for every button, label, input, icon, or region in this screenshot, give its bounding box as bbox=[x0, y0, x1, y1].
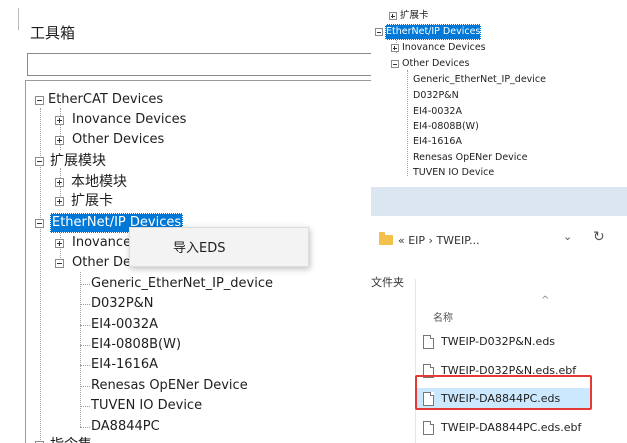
pane-divider bbox=[415, 279, 416, 443]
tree-leaf-device[interactable]: TUVEN IO Device bbox=[91, 396, 202, 416]
collapse-icon[interactable] bbox=[35, 219, 44, 228]
tree-line bbox=[80, 365, 90, 366]
column-header-name[interactable]: 名称 bbox=[433, 309, 453, 324]
tree-line bbox=[407, 70, 408, 176]
tree-node-expansion-card[interactable]: 扩展卡 bbox=[55, 191, 113, 211]
file-row[interactable]: TWEIP-D032P&N.eds bbox=[417, 331, 627, 353]
tree-line bbox=[80, 325, 90, 326]
tree-leaf-device[interactable]: EI4-0032A bbox=[91, 315, 158, 335]
highlight-box bbox=[415, 375, 592, 410]
tree-node-expansion[interactable]: 扩展模块 bbox=[35, 151, 106, 171]
tree-node-inovance[interactable]: Inovance Devices bbox=[55, 110, 186, 130]
expand-icon[interactable] bbox=[391, 44, 399, 52]
collapse-icon[interactable] bbox=[375, 28, 383, 36]
expand-icon[interactable] bbox=[55, 116, 64, 125]
tree-line bbox=[80, 345, 90, 346]
folder-icon bbox=[379, 232, 393, 245]
file-explorer: « EIP › TWEIP... ⌄ ↻ 文件夹 ^ 名称 TWEIP-D032… bbox=[371, 187, 627, 443]
tree-line bbox=[80, 386, 90, 387]
mini-leaf-device[interactable]: Generic_EtherNet_IP_device bbox=[413, 72, 546, 88]
mini-leaf-device[interactable]: EI4-0808B(W) bbox=[413, 119, 479, 135]
tree-line bbox=[80, 272, 81, 427]
tree-leaf-device[interactable]: EI4-0808B(W) bbox=[91, 335, 181, 355]
tree-node-ethercat[interactable]: EtherCAT Devices bbox=[35, 90, 163, 110]
tree-leaf-device[interactable]: DA8844PC bbox=[91, 417, 160, 437]
collapse-icon[interactable] bbox=[391, 60, 399, 68]
collapse-icon[interactable] bbox=[55, 259, 64, 268]
tree-leaf-device[interactable]: Generic_EtherNet_IP_device bbox=[91, 274, 273, 294]
tree-line bbox=[80, 427, 90, 428]
tree-line bbox=[80, 284, 90, 285]
tree-node-other[interactable]: Other Devices bbox=[55, 130, 164, 150]
mini-leaf-device[interactable]: TUVEN IO Device bbox=[413, 165, 494, 181]
expand-icon[interactable] bbox=[55, 136, 64, 145]
tree-line bbox=[80, 304, 90, 305]
chevron-down-icon[interactable]: ⌄ bbox=[563, 230, 572, 243]
context-menu: 导入EDS bbox=[129, 227, 309, 267]
mini-leaf-device[interactable]: Renesas OpENer Device bbox=[413, 150, 528, 166]
toolbox-panel: 工具箱 EtherCAT Devices Inovance Devices Ot… bbox=[0, 0, 383, 443]
expand-icon[interactable] bbox=[389, 12, 397, 20]
file-icon bbox=[423, 421, 434, 435]
mini-node-expansion-card[interactable]: 扩展卡 bbox=[389, 8, 429, 24]
file-icon bbox=[423, 335, 434, 349]
mini-node-ethernetip[interactable]: EtherNet/IP Devices bbox=[375, 24, 482, 40]
mini-node-inovance[interactable]: Inovance Devices bbox=[391, 40, 486, 56]
tree-leaf-device[interactable]: D032P&N bbox=[91, 294, 154, 314]
import-eds-menu-item[interactable]: 导入EDS bbox=[173, 237, 225, 256]
expand-icon[interactable] bbox=[55, 178, 64, 187]
tree-node-instructions[interactable]: 指令集 bbox=[35, 435, 92, 443]
toolbox-title: 工具箱 bbox=[30, 24, 76, 42]
explorer-toolbar bbox=[371, 187, 627, 216]
mini-node-other[interactable]: Other Devices bbox=[391, 56, 469, 72]
sidebar-label: 文件夹 bbox=[371, 276, 404, 289]
tree-leaf-device[interactable]: Renesas OpENer Device bbox=[91, 376, 248, 396]
tree-node-local-module[interactable]: 本地模块 bbox=[55, 172, 127, 192]
expand-icon[interactable] bbox=[55, 239, 64, 248]
tree-leaf-device[interactable]: EI4-1616A bbox=[91, 355, 158, 375]
collapse-icon[interactable] bbox=[35, 96, 44, 105]
mini-leaf-device[interactable]: D032P&N bbox=[413, 88, 459, 104]
file-row[interactable]: TWEIP-DA8844PC.eds.ebf bbox=[417, 417, 627, 439]
toolbox-search-input[interactable] bbox=[27, 53, 374, 76]
expand-icon[interactable] bbox=[55, 197, 64, 206]
mini-leaf-device[interactable]: EI4-0032A bbox=[413, 104, 462, 120]
mini-leaf-device[interactable]: EI4-1616A bbox=[413, 134, 462, 150]
panel-edge bbox=[18, 8, 19, 30]
refresh-icon[interactable]: ↻ bbox=[593, 229, 605, 245]
collapse-icon[interactable] bbox=[35, 157, 44, 166]
tree-line bbox=[80, 406, 90, 407]
sort-icon: ^ bbox=[541, 295, 550, 306]
mini-tree-panel: 扩展卡 EtherNet/IP Devices Inovance Devices… bbox=[371, 0, 627, 187]
breadcrumb[interactable]: « EIP › TWEIP... bbox=[398, 229, 480, 253]
